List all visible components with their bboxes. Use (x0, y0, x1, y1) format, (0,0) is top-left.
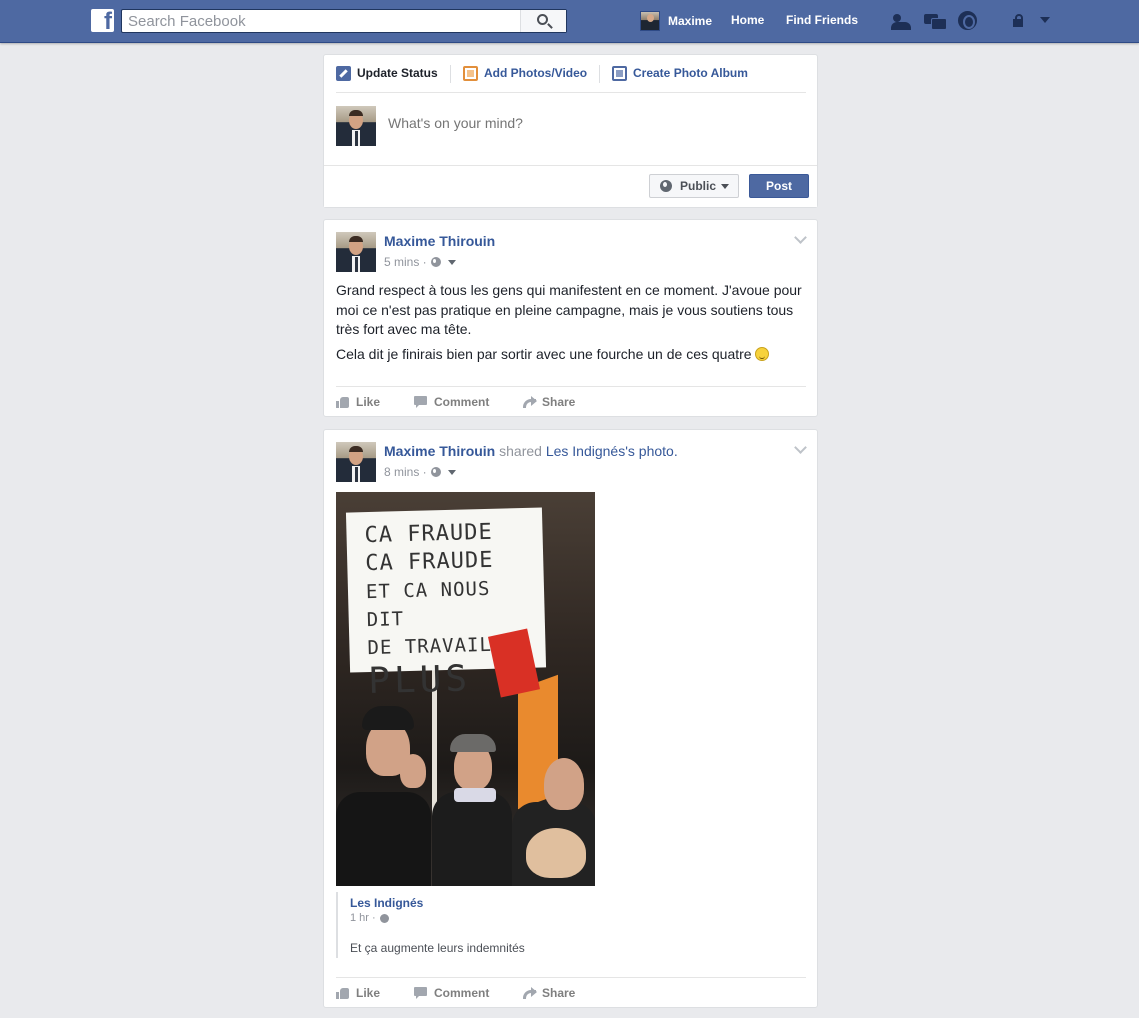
composer-footer: Public Post (324, 165, 817, 207)
globe-icon (430, 257, 441, 267)
timestamp-link[interactable]: 1 hr · (350, 912, 376, 924)
share-arrow-icon (522, 396, 537, 408)
profile-link[interactable]: Maxime (640, 11, 712, 31)
share-label: Share (542, 986, 576, 1000)
facebook-logo-icon[interactable]: f (91, 9, 114, 32)
like-button[interactable]: Like (336, 395, 380, 409)
album-icon (612, 65, 627, 81)
post-text-paragraph: Grand respect à tous les gens qui manife… (336, 282, 802, 337)
post-actions: Like Comment Share (336, 386, 806, 417)
protester-body (336, 792, 431, 886)
comment-icon (414, 987, 428, 999)
globe-icon (430, 467, 441, 477)
account-menu-chevron-down-icon[interactable] (1040, 17, 1050, 23)
photo-icon (463, 65, 478, 81)
privacy-shortcuts-icon[interactable] (1013, 12, 1033, 30)
protester-beanie (362, 706, 414, 730)
tab-label: Add Photos/Video (484, 66, 588, 80)
comment-button[interactable]: Comment (414, 986, 489, 1000)
thumbs-up-icon (336, 396, 350, 408)
post-actions: Like Comment Share (336, 977, 806, 1008)
chevron-down-icon (721, 183, 730, 189)
avatar (336, 106, 376, 146)
tab-update-status[interactable]: Update Status (336, 65, 438, 81)
find-friends-link[interactable]: Find Friends (786, 13, 858, 27)
post-author-link[interactable]: Maxime Thirouin (384, 233, 495, 249)
share-arrow-icon (522, 987, 537, 999)
protester-cap (450, 734, 496, 752)
divider (599, 65, 600, 83)
friend-requests-icon[interactable] (891, 12, 911, 30)
original-post-text: Et ça augmente leurs indemnités (350, 941, 525, 955)
shared-photo[interactable]: CA FRAUDE CA FRAUDE ET CA NOUS DIT DE TR… (336, 492, 595, 886)
post-button[interactable]: Post (749, 174, 809, 198)
comment-label: Comment (434, 986, 490, 1000)
messages-icon[interactable] (924, 12, 947, 30)
share-button[interactable]: Share (522, 395, 575, 409)
tab-label: Update Status (357, 66, 438, 80)
pencil-icon (336, 65, 351, 81)
original-author-link[interactable]: Les Indignés (350, 896, 423, 910)
shared-word: shared (499, 443, 542, 459)
audience-label: Public (680, 179, 717, 193)
protester-hair (526, 828, 586, 878)
sign-text-line: CA FRAUDE (364, 519, 494, 549)
search-input[interactable] (122, 10, 522, 32)
home-link[interactable]: Home (731, 13, 764, 27)
protester-face (400, 754, 426, 788)
comment-button[interactable]: Comment (414, 395, 489, 409)
privacy-chevron-down-icon[interactable] (447, 259, 456, 265)
tab-label: Create Photo Album (633, 66, 748, 80)
sign-text-line: ET CA NOUS DIT (365, 577, 491, 632)
protester-scarf (454, 788, 496, 802)
feed-post: Maxime Thirouin shared Les Indignés's ph… (323, 429, 818, 1008)
audience-selector-button[interactable]: Public (649, 174, 739, 198)
post-author-link[interactable]: Maxime Thirouin (384, 443, 495, 459)
protester-body (432, 792, 512, 886)
globe-icon (660, 180, 672, 192)
tab-create-photo-album[interactable]: Create Photo Album (612, 65, 748, 81)
composer-tabs: Update Status Add Photos/Video Create Ph… (336, 55, 806, 93)
like-label: Like (356, 986, 381, 1000)
thumbs-up-icon (336, 987, 350, 999)
post-options-chevron-down-icon[interactable] (794, 231, 807, 244)
shared-photo-link[interactable]: 's photo. (625, 443, 678, 459)
timestamp-link[interactable]: 8 mins · (384, 465, 427, 479)
timestamp-link[interactable]: 5 mins · (384, 255, 427, 269)
top-navigation-bar: f Maxime Home Find Friends (0, 0, 1139, 43)
privacy-chevron-down-icon[interactable] (447, 469, 456, 475)
search-button[interactable] (520, 10, 566, 32)
divider (450, 65, 451, 83)
share-label: Share (542, 395, 576, 409)
share-button[interactable]: Share (522, 986, 575, 1000)
status-composer: Update Status Add Photos/Video Create Ph… (323, 54, 818, 208)
like-button[interactable]: Like (336, 986, 380, 1000)
post-text-paragraph: Cela dit je finirais bien par sortir ave… (336, 345, 806, 365)
avatar[interactable] (336, 232, 376, 272)
notifications-globe-icon[interactable] (958, 11, 977, 30)
smiley-emoticon-icon (755, 347, 770, 361)
like-label: Like (356, 395, 381, 409)
search-icon (537, 14, 548, 25)
globe-icon (379, 913, 389, 923)
shared-original-post: Les Indignés 1 hr · Et ça augmente leurs… (336, 892, 806, 958)
post-text-line: Cela dit je finirais bien par sortir ave… (336, 346, 752, 362)
avatar (640, 11, 660, 31)
protester-face (544, 758, 584, 810)
original-post-meta: 1 hr · (350, 912, 389, 924)
comment-label: Comment (434, 395, 490, 409)
feed-post: Maxime Thirouin 5 mins · Grand respect à… (323, 219, 818, 417)
post-meta: 8 mins · (384, 465, 456, 479)
tab-add-photos-video[interactable]: Add Photos/Video (463, 65, 587, 81)
avatar[interactable] (336, 442, 376, 482)
status-input[interactable] (388, 115, 788, 131)
profile-name: Maxime (668, 14, 713, 28)
post-header-line: Maxime Thirouin shared Les Indignés's ph… (384, 443, 678, 459)
sign-text-line: CA FRAUDE (364, 547, 494, 577)
shared-page-link[interactable]: Les Indignés (546, 443, 625, 459)
post-options-chevron-down-icon[interactable] (794, 441, 807, 454)
comment-icon (414, 396, 428, 408)
post-meta: 5 mins · (384, 255, 456, 269)
search-box (121, 9, 567, 33)
